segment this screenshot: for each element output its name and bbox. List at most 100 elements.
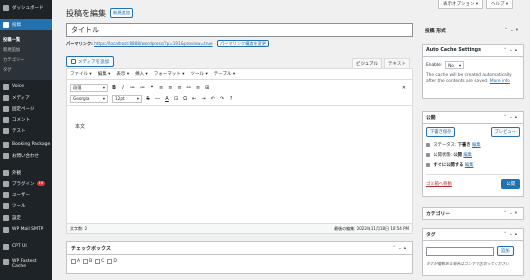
horizontal-line-button[interactable]: ― <box>155 96 160 102</box>
chevron-down-icon: ▾ <box>136 96 139 101</box>
publish-header[interactable]: 公開 ⌃⌄▴ <box>423 112 523 124</box>
permalink-row: パーマリンク: https://localhost:8888/wordpress… <box>66 40 270 47</box>
status-value: 下書き <box>457 143 471 148</box>
menu-insert[interactable]: 挿入 ▾ <box>135 71 148 77</box>
submenu-categories[interactable]: カテゴリー <box>3 57 24 63</box>
numbered-list-button[interactable]: ≔ <box>140 85 145 91</box>
enable-select[interactable]: No ▾ <box>445 61 465 69</box>
keyboard-shortcuts-button[interactable]: ? <box>229 96 233 102</box>
fullscreen-button[interactable]: ✕ <box>402 85 406 91</box>
sidebar-item-comments[interactable]: コメント <box>0 114 52 125</box>
categories-header[interactable]: カテゴリー ⌃⌄▾ <box>423 208 523 220</box>
sidebar-item-plugins[interactable]: プラグイン 16 <box>0 178 52 189</box>
sidebar-item-tools[interactable]: ツール <box>0 200 52 211</box>
post-title-input[interactable]: タイトル <box>66 23 413 37</box>
special-char-button[interactable]: Ω <box>183 96 187 102</box>
menu-tools[interactable]: ツール ▾ <box>191 71 208 77</box>
paste-text-button[interactable]: ⊡ <box>174 96 178 102</box>
italic-button[interactable]: I <box>121 85 125 91</box>
sidebar-item-pages[interactable]: 固定ページ <box>0 103 52 114</box>
toolbar-toggle-button[interactable]: ⊞ <box>205 85 209 91</box>
sidebar-item-dashboard[interactable]: ダッシュボード <box>0 2 52 13</box>
sidebar-item-booking-package[interactable]: Booking Package <box>0 139 52 150</box>
sidebar-item-contact[interactable]: お問い合わせ <box>0 150 52 161</box>
publish-button[interactable]: 公開 <box>501 179 520 189</box>
checkbox-c[interactable] <box>95 259 101 264</box>
add-media-button[interactable]: メディアを追加 <box>66 56 115 67</box>
tag-input[interactable] <box>426 246 494 256</box>
change-permalink-button[interactable]: パーマリンク構造を変更 <box>216 40 270 47</box>
align-right-button[interactable]: ≡ <box>177 85 181 91</box>
insert-link-button[interactable]: ⚯ <box>187 85 191 91</box>
panel-controls-icon[interactable]: ⌃⌄▴ <box>503 48 523 53</box>
blockquote-button[interactable]: ❝ <box>150 85 154 91</box>
sidebar-item-settings[interactable]: 設定 <box>0 212 52 223</box>
pin-icon <box>3 127 9 134</box>
tags-hint: タグが複数ある場合はコンマで区切ってください <box>426 261 510 266</box>
menu-edit[interactable]: 編集 ▾ <box>98 71 111 77</box>
editor-content-area[interactable]: 本文 <box>67 105 412 223</box>
checkbox-panel-title: チェックボックス <box>71 245 111 252</box>
sidebar-item-posts[interactable]: 投稿 <box>0 19 52 30</box>
panel-controls-icon[interactable]: ⌃⌄▴ <box>503 115 523 120</box>
edit-schedule-link[interactable]: 編集 <box>465 163 474 168</box>
strikethrough-button[interactable]: S <box>146 96 150 102</box>
panel-controls-icon[interactable]: ⌃⌄▴ <box>503 232 523 237</box>
sidebar-item-cpt-ui[interactable]: CPT UI <box>0 241 52 252</box>
redo-button[interactable]: ↷ <box>220 96 224 102</box>
sidebar-item-media[interactable]: メディア <box>0 92 52 103</box>
sidebar-item-test[interactable]: テスト <box>0 125 52 136</box>
panel-controls-icon[interactable]: ⌃⌄▴ <box>392 246 412 251</box>
bold-button[interactable]: B <box>112 85 116 91</box>
screen-options-button[interactable]: 表示オプション ▾ <box>438 0 484 9</box>
menu-format[interactable]: フォーマット ▾ <box>154 71 185 77</box>
tab-visual[interactable]: ビジュアル <box>352 58 383 68</box>
add-new-button[interactable]: 新規追加 <box>110 7 133 18</box>
add-tag-button[interactable]: 追加 <box>497 246 514 256</box>
indent-button[interactable]: ⇥ <box>201 96 205 102</box>
lightning-icon <box>3 259 9 265</box>
submenu-all-posts[interactable]: 投稿一覧 <box>3 37 20 43</box>
sidebar-item-wp-fastest-cache[interactable]: WP Fastest Cache <box>0 257 52 275</box>
checkbox-b[interactable] <box>83 259 89 264</box>
save-draft-button[interactable]: 下書き保存 <box>426 127 456 137</box>
menu-view[interactable]: 表示 ▾ <box>116 71 129 77</box>
panel-controls-icon[interactable]: ⌃⌄▾ <box>503 211 523 216</box>
help-button[interactable]: ヘルプ ▾ <box>486 0 514 9</box>
tags-header[interactable]: タグ ⌃⌄▴ <box>423 229 523 241</box>
sidebar-item-appearance[interactable]: 外観 <box>0 167 52 178</box>
read-more-button[interactable]: ≡ <box>196 85 200 91</box>
comment-icon <box>3 116 9 123</box>
format-box-header[interactable]: 投稿 形式 ⌃⌄▾ <box>422 24 524 36</box>
undo-button[interactable]: ↶ <box>211 96 215 102</box>
submenu-tags[interactable]: タグ <box>3 67 12 73</box>
menu-table[interactable]: テーブル ▾ <box>214 71 235 77</box>
auto-cache-header[interactable]: Auto Cache Settings ⌃⌄▴ <box>423 45 523 57</box>
checkbox-panel-header[interactable]: チェックボックス ⌃⌄▴ <box>67 242 412 255</box>
align-center-button[interactable]: ≡ <box>168 85 172 91</box>
menu-file[interactable]: ファイル ▾ <box>70 71 92 77</box>
sidebar-item-wp-mail-smtp[interactable]: WP Mail SMTP <box>0 224 52 235</box>
tab-text[interactable]: テキスト <box>384 58 410 68</box>
align-left-button[interactable]: ≡ <box>159 85 163 91</box>
edit-visibility-link[interactable]: 編集 <box>463 153 472 158</box>
more-info-link[interactable]: More info <box>490 79 510 84</box>
sidebar-item-users[interactable]: ユーザー <box>0 189 52 200</box>
edit-status-link[interactable]: 編集 <box>472 143 481 148</box>
move-to-trash-link[interactable]: ゴミ箱へ移動 <box>426 181 452 187</box>
checkbox-d[interactable] <box>107 259 113 264</box>
panel-controls-icon[interactable]: ⌃⌄▾ <box>504 28 524 33</box>
bullet-list-button[interactable]: ≔ <box>130 85 135 91</box>
sidebar-item-voice[interactable]: Voice <box>0 81 52 92</box>
text-color-button[interactable]: A <box>165 96 169 102</box>
submenu-add-new[interactable]: 新規追加 <box>3 47 20 53</box>
format-select[interactable]: 段落 ▾ <box>70 83 108 92</box>
preview-button[interactable]: プレビュー <box>490 127 520 137</box>
categories-box: カテゴリー ⌃⌄▾ <box>422 207 524 220</box>
font-size-select[interactable]: 12pt ▾ <box>112 94 142 103</box>
calendar-icon <box>3 141 9 148</box>
outdent-button[interactable]: ⇤ <box>192 96 196 102</box>
font-family-select[interactable]: Georgia ▾ <box>70 94 108 103</box>
permalink-link[interactable]: https://localhost:8888/wordpress/?p=191&… <box>94 41 212 46</box>
checkbox-a[interactable] <box>71 259 76 264</box>
